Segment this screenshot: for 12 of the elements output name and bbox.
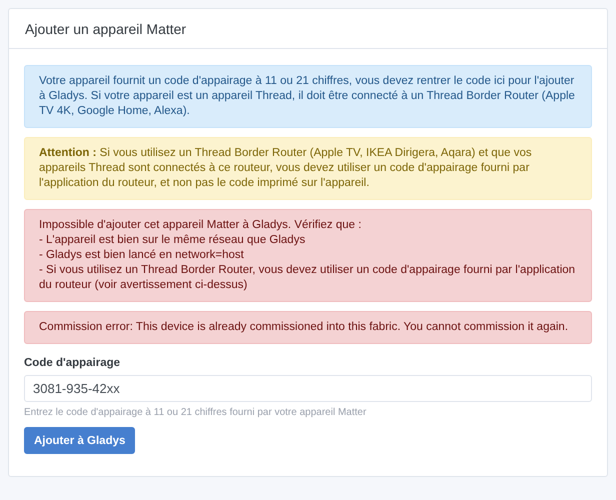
alert-info: Votre appareil fournit un code d'appairage à 11 ou 21 chiffres, vous devez rentrer le code ici pour l'ajouter à Gladys. Si votre appareil est un appareil Thread, il doit être connecté à un Thread Border Router (Apple TV 4K, Google Home, Alexa).: [24, 65, 592, 128]
help-text: Entrez le code d'appairage à 11 ou 21 chiffres fourni par votre appareil Matter: [24, 407, 366, 418]
card-title: Ajouter un appareil Matter: [25, 20, 186, 36]
alert-text: - Si vous utilisez un Thread Border Router, vous devez utiliser un code d'appairage fourni par l'application du routeur (voir avertissement ci-dessus): [39, 263, 576, 293]
alert-warning: Attention : Si vous utilisez un Thread Border Router (Apple TV, IKEA Dirigera, Aqara) et que vos appareils Thread sont connectés à ce routeur, vous devez utiliser un code d'appairage fourni par l'application du routeur, et non pas le code imprimé sur l'appareil.: [24, 137, 592, 200]
alert-danger: Commission error: This device is already commissioned into this fabric. You cannot commission it again.: [24, 311, 592, 344]
add-button[interactable]: Ajouter à Gladys: [24, 427, 136, 454]
alert-text: - L'appareil est bien sur le même réseau que Gladys: [39, 233, 306, 248]
alert-text: - Gladys est bien lancé en network=host: [39, 248, 245, 263]
alert-text: Impossible d'ajouter cet appareil Matter à Gladys. Vérifiez que :: [39, 218, 362, 233]
input-field[interactable]: 3081-935-42xx: [24, 375, 592, 402]
field-label: Code d'appairage: [24, 357, 120, 369]
